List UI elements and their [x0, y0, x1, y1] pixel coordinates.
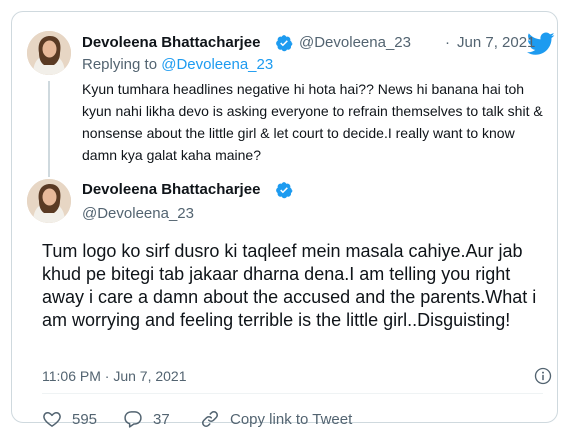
author-name[interactable]: Devoleena Bhattacharjee [82, 34, 260, 51]
reply-tweet-text: Kyun tumhara headlines negative hi hota … [82, 81, 543, 163]
separator-dot: · [445, 34, 450, 51]
link-icon [202, 411, 218, 427]
thread-line [48, 81, 50, 177]
reply-bubble-icon [124, 411, 142, 428]
tweet-card: Devoleena Bhattacharjee @Devoleena_23 · … [11, 11, 558, 428]
author-name[interactable]: Devoleena Bhattacharjee [82, 181, 260, 198]
copy-link-label: Copy link to Tweet [230, 410, 353, 428]
like-count: 595 [72, 410, 98, 428]
main-tweet-text: Tum logo ko sirf dusro ki taqleef mein m… [42, 241, 537, 330]
avatar[interactable] [27, 179, 71, 223]
replying-to: Replying to @Devoleena_23 [82, 56, 273, 73]
reply-button[interactable]: 37 [123, 408, 170, 430]
copy-link-button[interactable]: Copy link to Tweet [200, 408, 352, 430]
verified-badge-icon [276, 182, 293, 199]
avatar[interactable] [27, 31, 71, 75]
verified-badge-icon [276, 35, 293, 52]
info-icon[interactable] [534, 367, 552, 385]
author-handle[interactable]: @Devoleena_23 [299, 34, 411, 51]
replying-prefix: Replying to [82, 56, 162, 73]
divider [42, 393, 543, 394]
reply-count: 37 [153, 410, 170, 428]
like-button[interactable]: 595 [42, 408, 97, 430]
heart-icon [43, 412, 61, 427]
tweet-date[interactable]: Jun 7, 2021 [457, 34, 535, 51]
tweet-timestamp[interactable]: 11:06 PM · Jun 7, 2021 [42, 368, 187, 384]
replying-mention[interactable]: @Devoleena_23 [161, 56, 273, 73]
author-handle[interactable]: @Devoleena_23 [82, 205, 194, 222]
